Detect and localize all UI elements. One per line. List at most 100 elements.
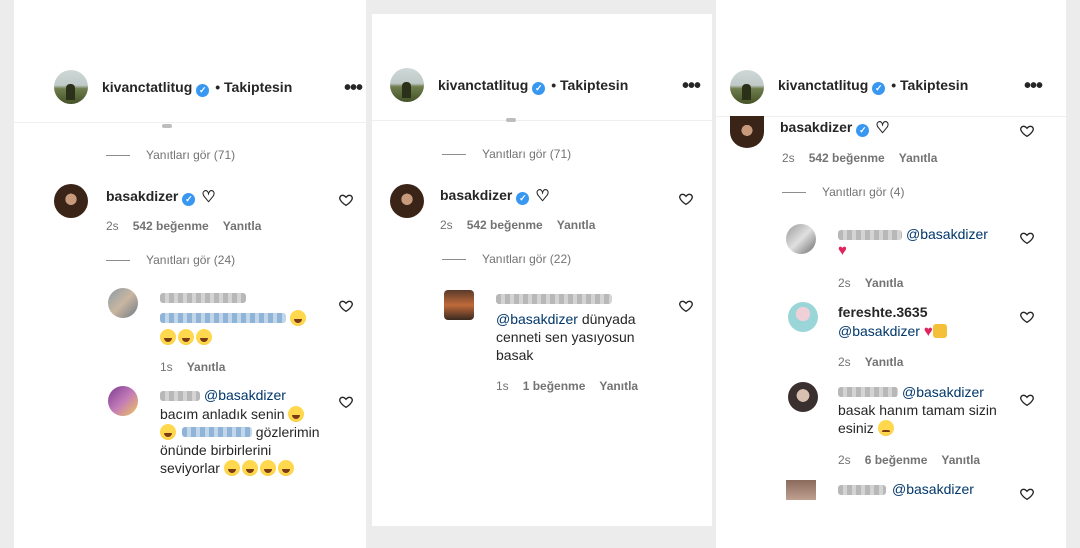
more-dots-icon[interactable]: ••• [344,78,363,98]
header-username[interactable]: kivanctatlitug [438,77,528,93]
screenshot-panel-2: kivanctatlitug ✓ • Takiptesin ••• Yanıtlar… [372,14,712,526]
reply-meta: 1s 1 beğenme Yanıtla [496,379,652,393]
reply-likes[interactable]: 1 beğenme [523,379,586,393]
header-username[interactable]: kivanctatlitug [778,77,868,93]
comment-username[interactable]: basakdizer [106,188,178,204]
comment-meta: 2s 542 beğenme Yanıtla [782,151,951,165]
comment-username[interactable]: basakdizer [440,187,512,203]
reply-button[interactable]: Yanıtla [557,218,596,232]
verified-check-icon: ✓ [872,82,886,95]
reply-text-line: cenneti sen yasıyosun [496,329,635,345]
comment-meta: 2s 542 beğenme Yanıtla [440,218,609,232]
pixelated-username [160,391,200,401]
reply-button[interactable]: Yanıtla [865,355,904,369]
post-header: kivanctatlitug ✓ • Takiptesin ••• [14,68,366,108]
following-status[interactable]: • Takiptesin [891,77,968,93]
reply-avatar-pixelated[interactable] [788,382,818,412]
sad-emoji-icon [877,420,894,436]
reply-meta: 1s Yanıtla [160,360,239,374]
view-replies-button[interactable]: Yanıtları gör (24) [106,253,235,267]
replies-line [782,192,806,194]
reply-avatar-pixelated[interactable] [786,224,816,254]
reply-button[interactable]: Yanıtla [223,219,262,233]
like-heart-icon[interactable] [1019,230,1035,246]
clipped-text-fragment [506,118,516,122]
red-heart-icon: ♥ [838,242,847,259]
like-heart-icon[interactable] [338,192,354,208]
following-status[interactable]: • Takiptesin [215,79,292,95]
reply-likes[interactable]: 6 beğenme [865,453,928,467]
following-status[interactable]: • Takiptesin [551,77,628,93]
reply-username[interactable]: fereshte.3635 [838,304,928,320]
reply-text: esiniz [838,420,874,436]
reply-mention[interactable]: @basakdizer [838,323,920,339]
reply-mention[interactable]: @basakdizer [204,386,286,404]
reply-avatar-pixelated[interactable] [108,386,138,416]
like-heart-icon[interactable] [1019,486,1035,502]
view-replies-button[interactable]: Yanıtları gör (71) [442,147,571,161]
comment-meta: 2s 542 beğenme Yanıtla [106,219,275,233]
laughing-emoji-icon [277,460,294,476]
profile-avatar[interactable] [390,68,424,102]
commenter-avatar[interactable] [390,184,424,218]
reply-avatar-pixelated[interactable] [108,288,138,318]
reply-mention[interactable]: @basakdizer [496,311,578,327]
view-replies-button[interactable]: Yanıtları gör (4) [782,185,904,199]
comment-likes[interactable]: 542 beğenme [809,151,885,165]
pixelated-mention [160,313,286,323]
heart-outline-icon: ♡ [201,189,216,206]
laughing-emoji-icon [196,329,212,345]
header-username[interactable]: kivanctatlitug [102,79,192,95]
reply-time: 2s [838,276,851,290]
reply-button[interactable]: Yanıtla [865,276,904,290]
verified-check-icon: ✓ [196,84,210,97]
reply-mention[interactable]: @basakdizer [902,383,984,401]
view-replies-button[interactable]: Yanıtları gör (22) [442,252,571,266]
comment-likes[interactable]: 542 beğenme [467,218,543,232]
reply-mention[interactable]: @basakdizer [906,225,988,243]
reply-text-line: gözlerimin [160,423,320,441]
reply-avatar[interactable] [788,302,818,332]
comment-time: 2s [106,219,119,233]
reply-button[interactable]: Yanıtla [599,379,638,393]
header-username-row: kivanctatlitug ✓ • Takiptesin [778,77,968,95]
more-dots-icon[interactable]: ••• [1024,76,1043,96]
commenter-avatar[interactable] [54,184,88,218]
header-divider [716,116,1066,117]
laughing-emoji-icon [288,406,305,422]
like-heart-icon[interactable] [1019,392,1035,408]
reply-mention[interactable]: @basakdizer [892,480,974,498]
reply-button[interactable]: Yanıtla [899,151,938,165]
like-heart-icon[interactable] [678,191,694,207]
replies-line [442,154,466,156]
view-replies-button[interactable]: Yanıtları gör (71) [106,148,235,162]
reply-time: 1s [160,360,173,374]
reply-meta: 2s Yanıtla [838,276,917,290]
reply-button[interactable]: Yanıtla [941,453,980,467]
view-replies-label: Yanıtları gör (71) [482,147,572,161]
reply-avatar-pixelated[interactable] [444,290,474,320]
like-heart-icon[interactable] [1019,123,1035,139]
reply-avatar-pixelated[interactable] [786,480,816,500]
comment-time: 2s [440,218,453,232]
reply-text-line: esiniz [838,419,896,437]
comment-likes[interactable]: 542 beğenme [133,219,209,233]
reply-text: bacım anladık senin [160,406,285,422]
like-heart-icon[interactable] [338,394,354,410]
replies-line [442,259,466,261]
reply-button[interactable]: Yanıtla [187,360,226,374]
like-heart-icon[interactable] [338,298,354,314]
profile-avatar[interactable] [730,70,764,104]
commenter-avatar[interactable] [730,116,764,148]
profile-avatar[interactable] [54,70,88,104]
reply-text: gözlerimin [255,424,320,440]
more-dots-icon[interactable]: ••• [682,76,701,96]
heart-outline-icon: ♡ [535,188,550,205]
laughing-emoji-icon [178,329,194,345]
comment-username[interactable]: basakdizer [780,119,852,135]
like-heart-icon[interactable] [678,298,694,314]
reply-time: 2s [838,453,851,467]
thumbs-up-emoji-icon [932,324,947,338]
screenshot-panel-1: kivanctatlitug ✓ • Takiptesin ••• Yanıtlar… [14,0,366,548]
like-heart-icon[interactable] [1019,309,1035,325]
